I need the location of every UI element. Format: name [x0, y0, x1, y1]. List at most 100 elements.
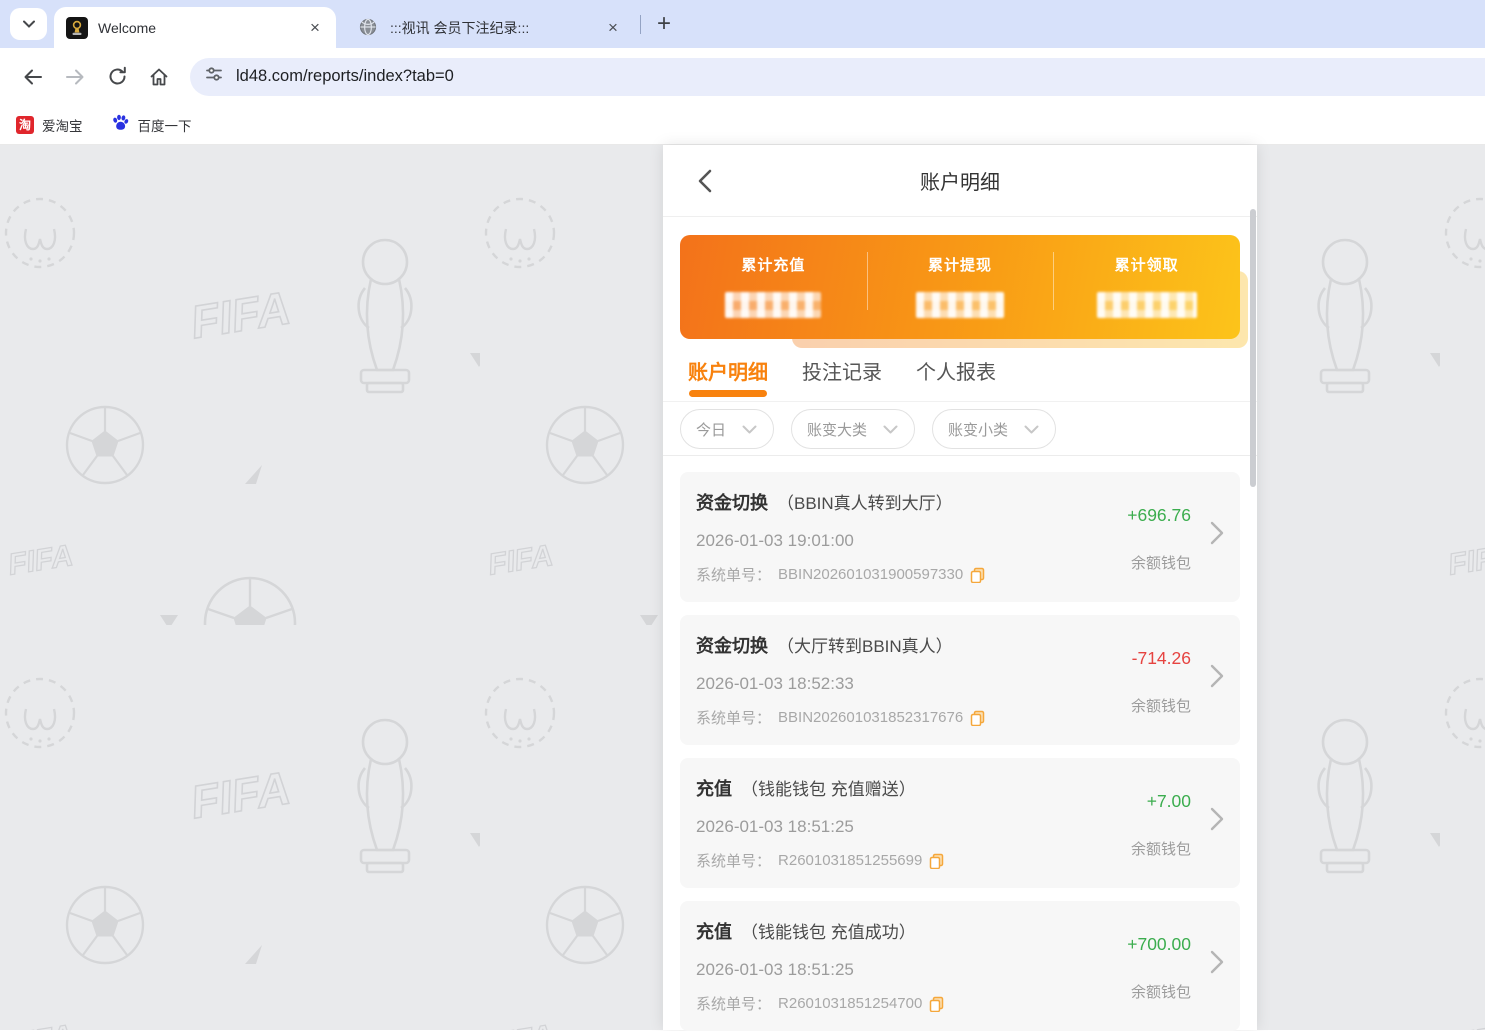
page-back-button[interactable] — [691, 167, 719, 195]
forward-button[interactable] — [54, 56, 96, 98]
stat-value-redacted — [725, 292, 821, 318]
close-icon[interactable]: × — [304, 17, 326, 39]
order-number: R2601031851255699 — [778, 852, 922, 869]
transaction-datetime: 2026-01-03 19:01:00 — [696, 531, 1100, 551]
transaction-detail: （钱能钱包 充值成功） — [741, 918, 916, 943]
order-number-label: 系统单号： — [696, 564, 771, 585]
chevron-right-icon — [1210, 664, 1224, 693]
copy-icon — [970, 710, 985, 726]
stat-total-withdrawal: 累计提现 — [867, 235, 1054, 339]
transaction-card[interactable]: 充值 （钱能钱包 充值成功） 2026-01-03 18:51:25 系统单号：… — [680, 901, 1240, 1031]
stat-total-claimed: 累计领取 — [1053, 235, 1240, 339]
transaction-list: 资金切换 （BBIN真人转到大厅） 2026-01-03 19:01:00 系统… — [663, 456, 1257, 1031]
forward-arrow-icon — [64, 66, 86, 88]
copy-icon — [929, 853, 944, 869]
transaction-card[interactable]: 资金切换 （BBIN真人转到大厅） 2026-01-03 19:01:00 系统… — [680, 472, 1240, 602]
wallet-label: 余额钱包 — [1131, 695, 1191, 716]
url-bar[interactable]: ld48.com/reports/index?tab=0 — [190, 58, 1485, 96]
browser-toolbar: ld48.com/reports/index?tab=0 — [0, 48, 1485, 105]
chevron-right-icon — [1210, 521, 1224, 550]
filter-date[interactable]: 今日 — [680, 409, 774, 449]
transaction-card[interactable]: 充值 （钱能钱包 充值赠送） 2026-01-03 18:51:25 系统单号：… — [680, 758, 1240, 888]
taobao-icon: 淘 — [16, 116, 34, 134]
baidu-paw-icon — [111, 113, 130, 137]
site-favicon-icon — [66, 17, 88, 39]
transaction-type: 资金切换 — [696, 632, 768, 658]
new-tab-button[interactable]: + — [650, 10, 678, 38]
tab-search-button[interactable] — [10, 8, 47, 40]
content-tabs: 账户明细 投注记录 个人报表 — [663, 339, 1257, 402]
close-icon[interactable]: × — [602, 17, 624, 39]
url-text[interactable]: ld48.com/reports/index?tab=0 — [236, 67, 454, 86]
transaction-amount: +700.00 — [1127, 934, 1191, 955]
tab-title: Welcome — [98, 20, 304, 36]
reload-button[interactable] — [96, 56, 138, 98]
transaction-type: 资金切换 — [696, 489, 768, 515]
order-number: BBIN202601031852317676 — [778, 709, 963, 726]
transaction-amount: +7.00 — [1147, 791, 1191, 812]
content-panel: 账户明细 累计充值 累计提现 累计领取 账户明细 投注记 — [663, 145, 1257, 1030]
order-number-label: 系统单号： — [696, 850, 771, 871]
transaction-datetime: 2026-01-03 18:51:25 — [696, 960, 1100, 980]
order-number-label: 系统单号： — [696, 993, 771, 1014]
wallet-label: 余额钱包 — [1131, 552, 1191, 573]
back-button[interactable] — [12, 56, 54, 98]
transaction-type: 充值 — [696, 918, 732, 944]
wallet-label: 余额钱包 — [1131, 838, 1191, 859]
globe-icon — [358, 17, 380, 39]
tab-betting-records[interactable]: 投注记录 — [802, 339, 882, 401]
bookmark-baidu[interactable]: 百度一下 — [111, 113, 192, 137]
filter-major-category[interactable]: 账变大类 — [791, 409, 915, 449]
copy-icon — [970, 567, 985, 583]
reload-icon — [107, 66, 128, 87]
stat-value-redacted — [916, 292, 1004, 318]
tab-personal-report[interactable]: 个人报表 — [916, 339, 996, 401]
wallet-label: 余额钱包 — [1131, 981, 1191, 1002]
page-title: 账户明细 — [920, 166, 1000, 195]
tab-separator — [640, 15, 641, 34]
bookmark-aitaobao[interactable]: 淘 爱淘宝 — [16, 115, 83, 135]
back-arrow-icon — [22, 66, 44, 88]
home-button[interactable] — [138, 56, 180, 98]
filter-minor-category[interactable]: 账变小类 — [932, 409, 1056, 449]
web-page: FIFA — [0, 145, 1485, 1030]
transaction-datetime: 2026-01-03 18:51:25 — [696, 817, 1100, 837]
tab-title: :::视讯 会员下注纪录::: — [390, 18, 602, 38]
bookmarks-bar: 淘 爱淘宝 百度一下 — [0, 105, 1485, 145]
transaction-detail: （大厅转到BBIN真人） — [777, 632, 953, 657]
browser-tab-betting-records[interactable]: :::视讯 会员下注纪录::: × — [346, 7, 634, 48]
copy-icon — [929, 996, 944, 1012]
transaction-type: 充值 — [696, 775, 732, 801]
copy-button[interactable] — [970, 710, 985, 726]
chevron-down-icon — [1024, 425, 1039, 434]
chevron-down-icon — [23, 15, 35, 33]
transaction-detail: （BBIN真人转到大厅） — [777, 489, 953, 514]
chevron-right-icon — [1210, 807, 1224, 836]
page-scrollbar[interactable] — [1250, 209, 1256, 487]
stats-card: 累计充值 累计提现 累计领取 — [680, 235, 1240, 339]
copy-button[interactable] — [929, 996, 944, 1012]
chevron-down-icon — [883, 425, 898, 434]
browser-tab-welcome[interactable]: Welcome × — [54, 7, 336, 48]
copy-button[interactable] — [970, 567, 985, 583]
transaction-amount: -714.26 — [1132, 648, 1191, 669]
stat-value-redacted — [1097, 292, 1197, 318]
stat-total-deposit: 累计充值 — [680, 235, 867, 339]
chevron-down-icon — [742, 425, 757, 434]
order-number-label: 系统单号： — [696, 707, 771, 728]
browser-tab-strip: Welcome × :::视讯 会员下注纪录::: × + — [0, 0, 1485, 48]
chevron-right-icon — [1210, 950, 1224, 979]
stats-summary: 累计充值 累计提现 累计领取 — [680, 235, 1240, 339]
chevron-left-icon — [698, 169, 712, 193]
copy-button[interactable] — [929, 853, 944, 869]
site-settings-icon[interactable] — [204, 64, 224, 89]
tab-account-details[interactable]: 账户明细 — [688, 339, 768, 401]
order-number: BBIN202601031900597330 — [778, 566, 963, 583]
transaction-datetime: 2026-01-03 18:52:33 — [696, 674, 1100, 694]
transaction-amount: +696.76 — [1127, 505, 1191, 526]
transaction-detail: （钱能钱包 充值赠送） — [741, 775, 916, 800]
transaction-card[interactable]: 资金切换 （大厅转到BBIN真人） 2026-01-03 18:52:33 系统… — [680, 615, 1240, 745]
order-number: R2601031851254700 — [778, 995, 922, 1012]
home-icon — [148, 66, 170, 88]
filters-row: 今日 账变大类 账变小类 — [663, 402, 1257, 456]
